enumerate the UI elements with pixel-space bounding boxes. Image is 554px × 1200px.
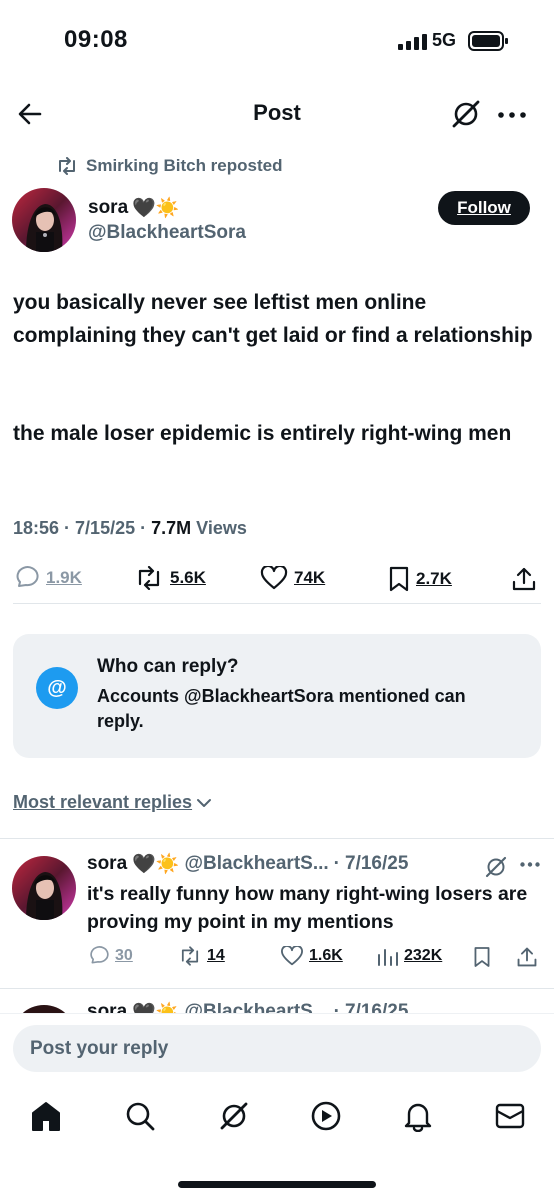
who-can-reply-description: Accounts @BlackheartSora mentioned can r… — [97, 686, 466, 731]
next-reply-peek[interactable]: sora 🖤☀️ @BlackheartS... · 7/16/25 — [0, 989, 554, 1013]
repost-button[interactable]: 5.6K — [134, 566, 206, 590]
bookmark-button[interactable]: 2.7K — [388, 566, 452, 592]
divider — [0, 838, 554, 839]
reply-count: 30 — [115, 947, 133, 964]
more-dots-icon[interactable] — [520, 862, 540, 867]
repost-context[interactable]: Smirking Bitch reposted — [56, 156, 282, 176]
views-label: Views — [196, 518, 247, 538]
bookmark-icon — [473, 946, 491, 968]
reply-button[interactable]: 30 — [88, 946, 133, 966]
who-can-reply-title: Who can reply? — [97, 656, 239, 677]
reply-count: 1.9K — [46, 568, 82, 587]
reply-text: it's really funny how many right-wing lo… — [87, 883, 528, 933]
avatar[interactable] — [12, 1005, 76, 1013]
at-sign-icon: @ — [36, 667, 78, 709]
grok-icon[interactable] — [450, 98, 482, 130]
replies-sort-selector[interactable]: Most relevant replies — [13, 792, 212, 813]
reply-icon — [88, 946, 110, 966]
bookmark-count: 2.7K — [416, 569, 452, 588]
reply-date: 7/16/25 — [345, 1001, 409, 1013]
reply-author-name: sora — [87, 853, 128, 874]
battery-icon — [468, 30, 510, 52]
repost-icon — [178, 946, 202, 966]
like-count: 1.6K — [309, 947, 343, 964]
status-time: 09:08 — [64, 26, 128, 53]
post-date: 7/15/25 — [75, 518, 136, 538]
grok-icon[interactable] — [218, 1100, 250, 1132]
heart-icon — [260, 566, 288, 590]
divider — [13, 603, 541, 604]
share-icon — [511, 566, 537, 592]
post-text-paragraph-1: you basically never see leftist men onli… — [13, 291, 533, 347]
views-count: 232K — [404, 947, 443, 964]
bookmark-icon — [388, 566, 410, 592]
author-name: sora — [88, 197, 129, 218]
share-button[interactable] — [511, 566, 537, 592]
envelope-icon[interactable] — [495, 1100, 525, 1132]
views-button[interactable]: 232K — [377, 946, 442, 966]
sort-label: Most relevant replies — [13, 792, 193, 812]
more-dots-icon[interactable] — [498, 112, 526, 118]
repost-count: 5.6K — [170, 568, 206, 587]
home-indicator — [178, 1181, 376, 1188]
like-button[interactable]: 1.6K — [280, 946, 343, 966]
network-type: 5G — [432, 30, 457, 50]
search-icon[interactable] — [125, 1100, 155, 1132]
reply-date: 7/16/25 — [345, 853, 409, 874]
reply-button[interactable]: 1.9K — [14, 566, 82, 590]
bookmark-button[interactable] — [473, 946, 491, 968]
author-handle[interactable]: @BlackheartSora — [88, 222, 246, 244]
post-timestamp-views: 18:56 · 7/15/25 · 7.7M Views — [13, 518, 247, 538]
reply-input[interactable]: Post your reply — [13, 1025, 541, 1072]
signal-bars-icon — [398, 34, 428, 50]
follow-button[interactable]: Follow — [438, 191, 530, 225]
author-name-row[interactable]: sora 🖤☀️ — [88, 196, 179, 220]
author-emoji: 🖤☀️ — [132, 198, 180, 219]
repost-label: Smirking Bitch reposted — [86, 156, 283, 175]
share-button[interactable] — [516, 946, 538, 968]
reply-handle: @BlackheartS... — [184, 1001, 329, 1013]
bell-icon[interactable] — [403, 1100, 433, 1132]
views-chart-icon — [377, 946, 399, 966]
repost-count: 14 — [207, 947, 225, 964]
play-circle-icon[interactable] — [310, 1100, 342, 1132]
reply-author-emoji: 🖤☀️ — [132, 854, 180, 875]
grok-icon[interactable] — [484, 855, 508, 879]
chevron-down-icon — [196, 797, 212, 809]
share-icon — [516, 946, 538, 968]
reply-author-name: sora — [87, 1001, 128, 1013]
repost-button[interactable]: 14 — [178, 946, 225, 966]
arrow-left-icon[interactable] — [16, 100, 44, 128]
heart-icon — [280, 946, 304, 966]
reply-header[interactable]: sora 🖤☀️ @BlackheartS... · 7/16/25 — [87, 852, 408, 876]
home-icon[interactable] — [31, 1100, 61, 1132]
reply-author-emoji: 🖤☀️ — [132, 1001, 179, 1013]
avatar[interactable] — [12, 856, 76, 920]
repost-icon — [56, 157, 78, 175]
reply-header: sora 🖤☀️ @BlackheartS... · 7/16/25 — [87, 1001, 408, 1013]
reply-icon — [14, 566, 40, 590]
post-text-paragraph-2: the male loser epidemic is entirely righ… — [13, 422, 512, 445]
like-button[interactable]: 74K — [260, 566, 325, 590]
repost-icon — [134, 566, 164, 590]
post-time: 18:56 — [13, 518, 60, 538]
like-count: 74K — [294, 568, 326, 587]
avatar[interactable] — [12, 188, 76, 252]
views-count[interactable]: 7.7M — [151, 518, 191, 538]
reply-handle: @BlackheartS... — [184, 853, 329, 874]
